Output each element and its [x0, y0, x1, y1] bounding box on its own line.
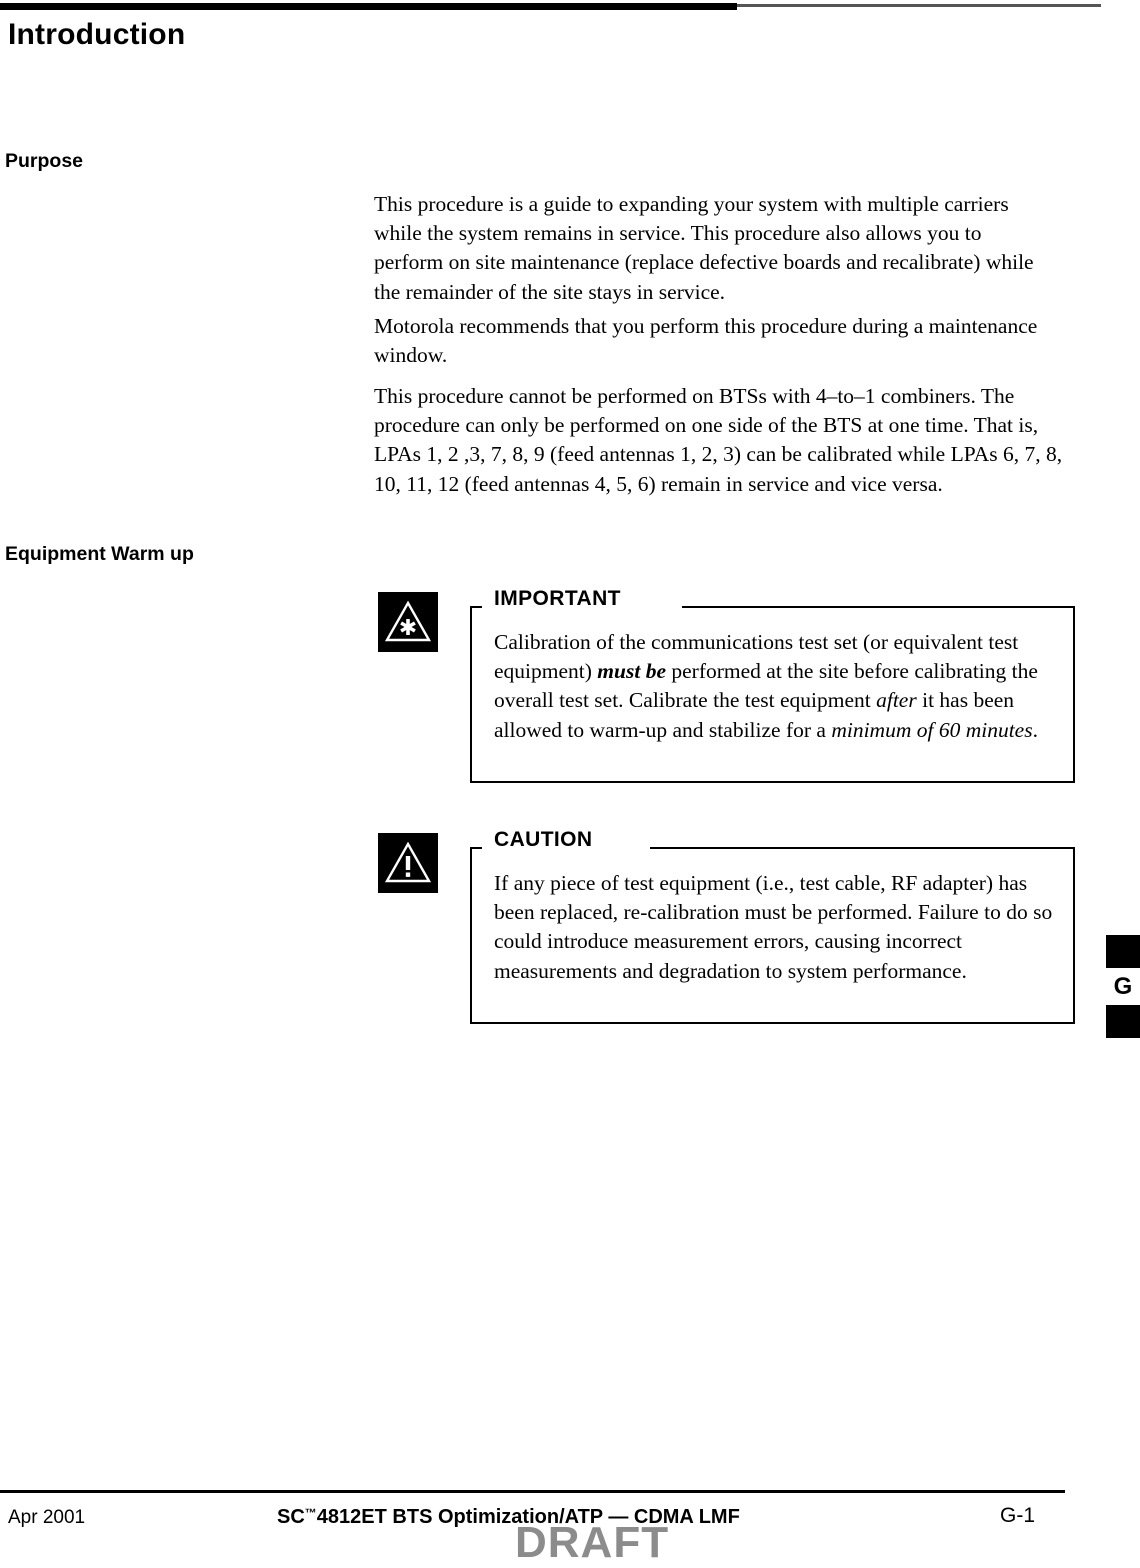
purpose-paragraph-2: Motorola recommends that you perform thi… — [374, 314, 1038, 368]
purpose-paragraph-1: This procedure is a guide to expanding y… — [374, 192, 1034, 304]
caution-text: If any piece of test equipment (i.e., te… — [494, 871, 1053, 983]
footer-document-title: SC™4812ET BTS Optimization/ATP — CDMA LM… — [277, 1506, 740, 1529]
section-heading-equipment-warm-up: Equipment Warm up — [5, 543, 194, 565]
footer-page-number: G-1 — [1000, 1504, 1036, 1527]
important-label: IMPORTANT — [494, 586, 631, 612]
header-rule-dark — [0, 3, 737, 10]
important-text: Calibration of the communications test s… — [494, 630, 1038, 742]
footer-title-prefix: SC — [277, 1506, 305, 1528]
edge-tab-block-bottom — [1106, 1005, 1140, 1038]
caution-label: CAUTION — [494, 827, 603, 853]
purpose-paragraph-3: This procedure cannot be performed on BT… — [374, 384, 1063, 496]
section-heading-purpose: Purpose — [5, 150, 84, 172]
page-title: Introduction — [8, 18, 186, 51]
edge-tab-block-top — [1106, 935, 1140, 968]
trademark-icon: ™ — [304, 1506, 317, 1520]
draft-watermark: DRAFT — [515, 1518, 670, 1567]
header-rule-light — [737, 4, 1101, 7]
edge-tab-letter: G — [1113, 973, 1133, 1000]
asterisk-triangle-icon — [378, 592, 438, 652]
exclamation-triangle-icon — [378, 833, 438, 893]
footer-rule — [0, 1490, 1065, 1493]
footer-date: Apr 2001 — [8, 1507, 86, 1528]
